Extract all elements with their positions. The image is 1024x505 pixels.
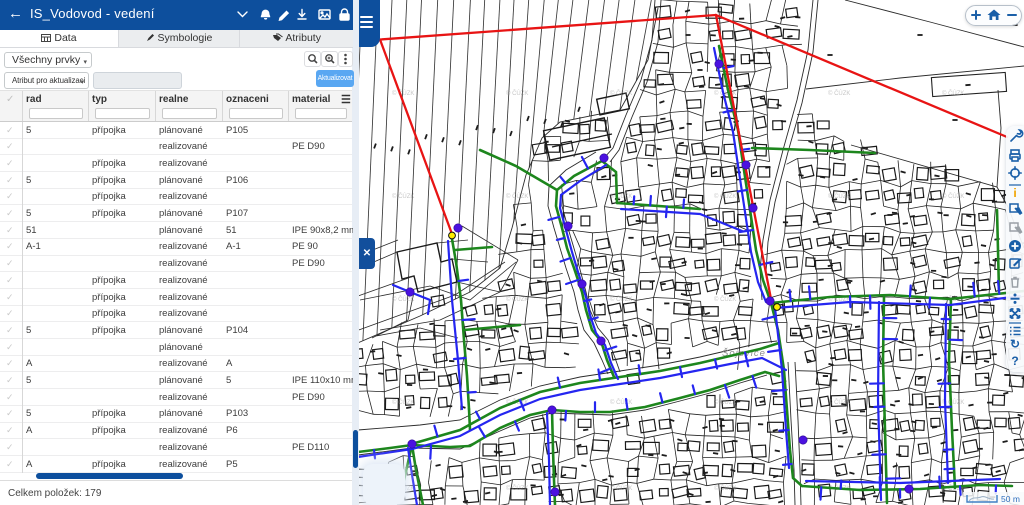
- svg-text:© ČÚZK: © ČÚZK: [610, 399, 632, 406]
- svg-text:© ČÚZK: © ČÚZK: [610, 296, 632, 303]
- svg-text:© ČÚZK: © ČÚZK: [506, 485, 528, 492]
- svg-text:?: ?: [1011, 354, 1018, 368]
- svg-text:© ČÚZK: © ČÚZK: [392, 193, 414, 200]
- svg-text:© ČÚZK: © ČÚZK: [714, 296, 736, 303]
- svg-text:© ČÚZK: © ČÚZK: [506, 193, 528, 200]
- svg-text:© ČÚZK: © ČÚZK: [828, 399, 850, 406]
- svg-text:© ČÚZK: © ČÚZK: [506, 90, 528, 97]
- svg-text:© ČÚZK: © ČÚZK: [942, 193, 964, 200]
- svg-text:© ČÚZK: © ČÚZK: [392, 296, 414, 303]
- svg-text:© ČÚZK: © ČÚZK: [506, 296, 528, 303]
- svg-text:© ČÚZK: © ČÚZK: [392, 90, 414, 97]
- svg-text:© ČÚZK: © ČÚZK: [610, 90, 632, 97]
- svg-text:© ČÚZK: © ČÚZK: [714, 485, 736, 492]
- svg-text:© ČÚZK: © ČÚZK: [610, 193, 632, 200]
- svg-text:© ČÚZK: © ČÚZK: [714, 90, 736, 97]
- svg-text:© ČÚZK: © ČÚZK: [942, 90, 964, 97]
- svg-text:© ČÚZK: © ČÚZK: [392, 399, 414, 406]
- svg-text:© ČÚZK: © ČÚZK: [714, 399, 736, 406]
- svg-text:© ČÚZK: © ČÚZK: [828, 193, 850, 200]
- svg-text:50 m: 50 m: [1001, 494, 1020, 504]
- svg-text:© ČÚZK: © ČÚZK: [714, 193, 736, 200]
- svg-text:i: i: [1013, 186, 1016, 200]
- svg-text:↻: ↻: [1010, 337, 1020, 351]
- svg-text:© ČÚZK: © ČÚZK: [610, 485, 632, 492]
- svg-text:© ČÚZK: © ČÚZK: [828, 90, 850, 97]
